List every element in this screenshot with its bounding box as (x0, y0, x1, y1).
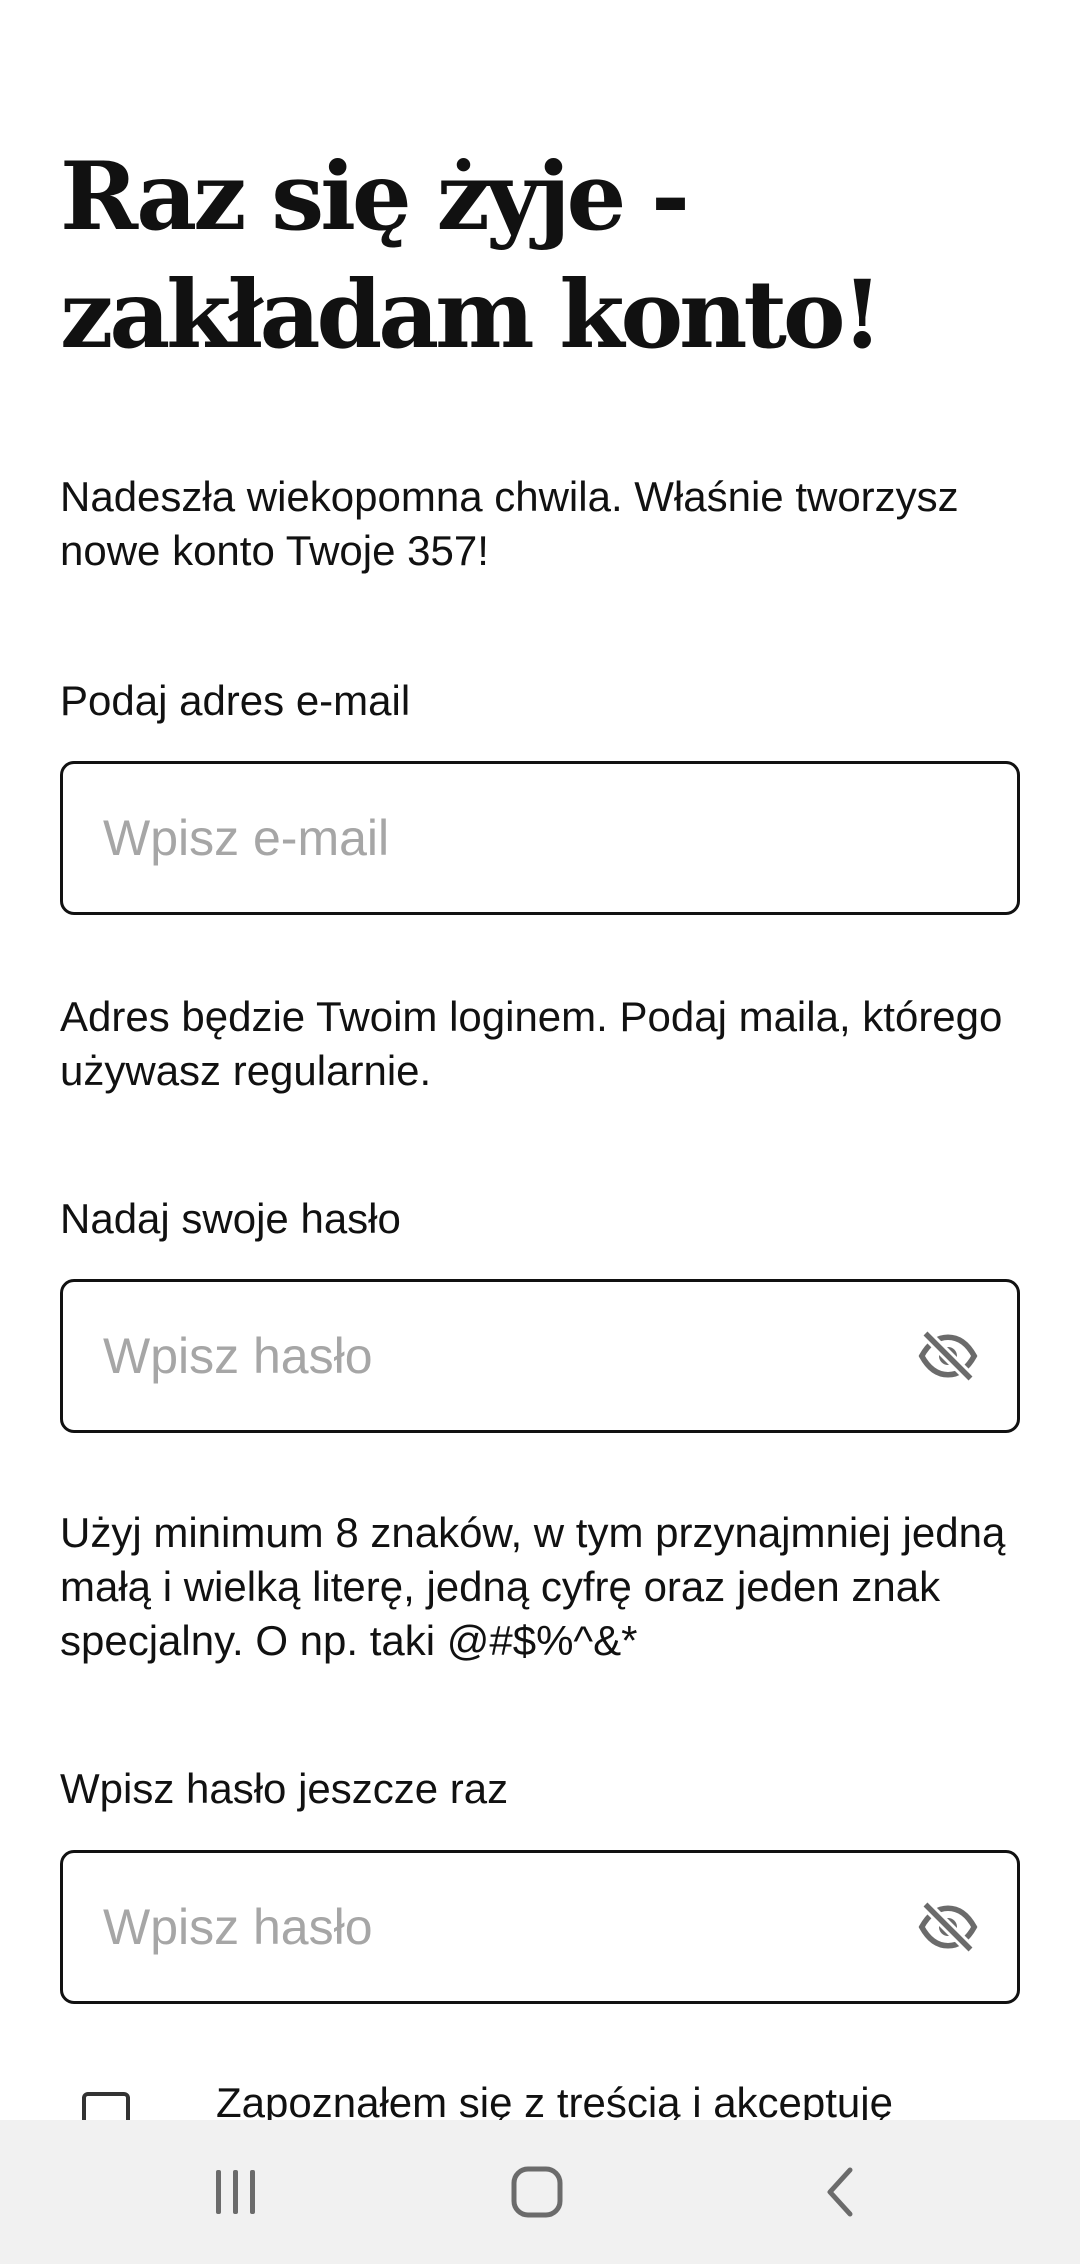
recent-apps-button[interactable] (196, 2162, 276, 2222)
eye-off-icon[interactable] (913, 1897, 983, 1957)
password-field[interactable] (60, 1279, 1020, 1433)
password-hint: Użyj minimum 8 znaków, w tym przynajmnie… (60, 1509, 1006, 1664)
password-label: Nadaj swoje hasło (60, 1195, 401, 1242)
password-input[interactable] (103, 1282, 883, 1430)
consent-checkbox[interactable] (82, 2092, 130, 2120)
password-confirm-field[interactable] (60, 1850, 1020, 2004)
back-icon (827, 2167, 853, 2217)
email-input[interactable] (103, 764, 883, 912)
email-label: Podaj adres e-mail (60, 677, 411, 724)
registration-screen: Raz się żyje - zakładam konto! Nadeszła … (0, 0, 1080, 2120)
consent-row[interactable]: Zapoznałem się z treścią i akceptuję (60, 2076, 1040, 2120)
back-button[interactable] (800, 2162, 880, 2222)
recent-apps-icon (216, 2170, 255, 2214)
email-field[interactable] (60, 761, 1020, 915)
eye-off-icon[interactable] (913, 1326, 983, 1386)
password-confirm-input[interactable] (103, 1853, 883, 2001)
home-icon (511, 2166, 563, 2218)
page-title: Raz się żyje - zakładam konto! (60, 142, 883, 370)
intro-text: Nadeszła wiekopomna chwila. Właśnie twor… (60, 473, 959, 574)
password-confirm-label: Wpisz hasło jeszcze raz (60, 1765, 509, 1812)
consent-label: Zapoznałem się z treścią i akceptuję (216, 2079, 893, 2120)
email-hint: Adres będzie Twoim loginem. Podaj maila,… (60, 993, 1003, 1094)
home-button[interactable] (497, 2162, 577, 2222)
system-navigation-bar (0, 2120, 1080, 2264)
